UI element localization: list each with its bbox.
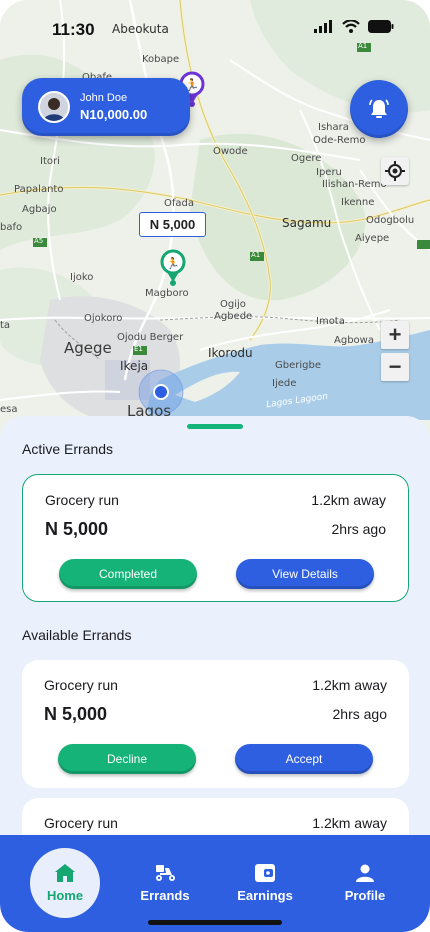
decline-button[interactable]: Decline — [58, 744, 196, 774]
map-label: Agbede — [214, 311, 253, 322]
map-label: Agbajo — [22, 204, 57, 215]
map-label: Ogijo — [220, 299, 246, 310]
map-label: Ikenne — [341, 197, 375, 208]
wifi-icon — [342, 20, 360, 33]
nav-home-label: Home — [46, 887, 84, 903]
errand-price: N 5,000 — [45, 519, 109, 539]
sheet-drag-handle[interactable] — [187, 424, 243, 429]
map-label: Imota — [316, 316, 345, 327]
nav-earnings-label: Earnings — [237, 887, 293, 903]
map-label: Odogbolu — [366, 215, 415, 226]
map-label: Ode-Remo — [313, 135, 366, 146]
map-label: Ishara — [318, 122, 349, 133]
nav-errands-label: Errands — [140, 887, 190, 903]
map-label: Ijoko — [70, 272, 94, 283]
errand-distance: 1.2km away — [311, 492, 386, 508]
errand-time: 2hrs ago — [332, 706, 387, 722]
status-icons — [314, 20, 394, 33]
home-indicator — [148, 920, 282, 925]
map-label: Agbowa — [334, 335, 374, 346]
map-label: Ikorodu — [208, 346, 253, 360]
map-label: Sagamu — [282, 216, 332, 230]
map-label: Ikeja — [120, 359, 149, 373]
map-label: Ogere — [291, 153, 322, 164]
notifications-button[interactable] — [350, 80, 408, 138]
bottom-navigation: Home Errands Earnings Profile — [0, 835, 430, 932]
wallet-icon — [255, 863, 275, 882]
nav-home[interactable]: Home — [30, 848, 100, 918]
map-label: Ofada — [164, 198, 194, 209]
accept-button[interactable]: Accept — [235, 744, 373, 774]
map-label: Agege — [64, 339, 112, 357]
nav-profile-label: Profile — [344, 887, 386, 903]
errand-distance: 1.2km away — [312, 815, 387, 831]
user-balance: N10,000.00 — [80, 107, 148, 122]
active-errand-card[interactable]: Grocery run 1.2km away N 5,000 2hrs ago … — [22, 474, 409, 602]
errand-name: Grocery run — [44, 677, 118, 693]
user-name: John Doe — [80, 92, 128, 104]
available-errands-title: Available Errands — [22, 627, 132, 643]
map-price-tag[interactable]: N 5,000 — [139, 212, 206, 237]
map-label: Papalanto — [14, 184, 64, 195]
nav-earnings[interactable]: Earnings — [230, 847, 300, 919]
my-location-button[interactable] — [381, 157, 409, 185]
map-view[interactable]: 🏃 🏃 Abeokuta Kobape Obafe Owode Ogere Is… — [0, 0, 430, 470]
road-badge: E1 — [134, 345, 143, 353]
errand-name: Grocery run — [44, 815, 118, 831]
person-icon — [356, 864, 374, 882]
status-time: 11:30 — [52, 20, 95, 39]
map-label: Ojodu Berger — [117, 332, 184, 343]
errand-name: Grocery run — [45, 492, 119, 508]
phone-screen: 🏃 🏃 Abeokuta Kobape Obafe Owode Ogere Is… — [0, 0, 430, 932]
errand-time: 2hrs ago — [331, 521, 386, 537]
delivery-scooter-icon — [156, 864, 175, 881]
home-icon — [55, 863, 75, 882]
map-label: esa — [0, 404, 18, 415]
map-label: ta — [0, 320, 11, 331]
road-badge: A5 — [34, 237, 44, 245]
nav-profile[interactable]: Profile — [330, 847, 400, 919]
status-bar: 11:30 — [0, 0, 430, 56]
user-info: John Doe N10,000.00 — [80, 92, 147, 122]
map-label: Iperu — [316, 167, 342, 178]
avatar — [38, 91, 70, 123]
view-details-button[interactable]: View Details — [236, 559, 374, 589]
map-label: Ijede — [272, 378, 297, 389]
zoom-out-button[interactable]: − — [381, 353, 409, 381]
user-balance-card[interactable]: John Doe N10,000.00 — [22, 78, 190, 136]
map-label: Owode — [213, 146, 248, 157]
signal-icon — [314, 20, 332, 33]
completed-button[interactable]: Completed — [59, 559, 197, 589]
map-label: Aiyepe — [355, 233, 390, 244]
errand-price: N 5,000 — [44, 704, 108, 724]
zoom-in-button[interactable]: + — [381, 321, 409, 349]
nav-errands[interactable]: Errands — [130, 847, 200, 919]
bell-icon — [369, 99, 389, 118]
map-label: Ojokoro — [84, 313, 123, 324]
crosshair-icon — [385, 161, 405, 181]
map-label: Magboro — [145, 288, 189, 299]
avatar-image — [40, 93, 68, 121]
active-errands-title: Active Errands — [22, 441, 114, 457]
map-label: Gberigbe — [275, 360, 321, 371]
svg-text:🏃: 🏃 — [166, 257, 180, 270]
errand-distance: 1.2km away — [312, 677, 387, 693]
available-errand-card[interactable]: Grocery run 1.2km away N 5,000 2hrs ago … — [22, 660, 409, 788]
map-label: Itori — [40, 156, 60, 167]
map-label: bafo — [0, 222, 23, 233]
map-label: Ilishan-Remo — [322, 179, 387, 190]
battery-icon — [368, 20, 394, 33]
road-badge: A1 — [251, 251, 261, 259]
